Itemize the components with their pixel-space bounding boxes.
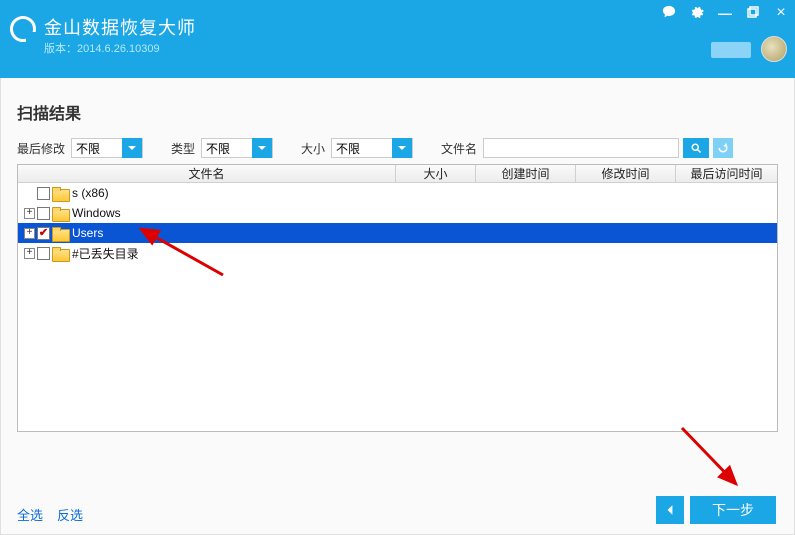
filter-lastmod-select[interactable] [71, 138, 143, 158]
footer-links: 全选 反选 [17, 505, 83, 524]
settings-icon[interactable] [689, 5, 705, 22]
restore-button[interactable] [745, 5, 761, 21]
section-title: 扫描结果 [17, 100, 778, 124]
system-buttons: — × [661, 4, 789, 22]
file-name: s (x86) [72, 186, 109, 200]
tree-row[interactable]: + Users [18, 223, 777, 243]
folder-icon [52, 207, 68, 220]
row-checkbox[interactable] [37, 207, 50, 220]
user-avatar[interactable] [761, 36, 787, 62]
chevron-down-icon[interactable] [122, 138, 142, 158]
filter-size-select[interactable] [331, 138, 413, 158]
expand-toggle[interactable] [24, 188, 35, 199]
annotation-arrow-icon [674, 424, 754, 494]
filter-type-select[interactable] [201, 138, 273, 158]
select-all-link[interactable]: 全选 [17, 505, 43, 524]
filter-lastmod-label: 最后修改 [17, 140, 65, 157]
grid-header: 文件名 大小 创建时间 修改时间 最后访问时间 [18, 165, 777, 183]
feedback-icon[interactable] [661, 5, 677, 22]
row-checkbox[interactable] [37, 187, 50, 200]
invert-selection-link[interactable]: 反选 [57, 505, 83, 524]
refresh-button[interactable] [713, 138, 733, 158]
tree-row[interactable]: + #已丢失目录 [18, 243, 777, 263]
back-button[interactable] [656, 496, 684, 524]
chevron-down-icon[interactable] [392, 138, 412, 158]
expand-toggle[interactable]: + [24, 248, 35, 259]
filter-name-input[interactable] [483, 138, 679, 158]
folder-icon [52, 187, 68, 200]
app-version: 版本：2014.6.26.10309 [44, 40, 160, 56]
filter-type-label: 类型 [171, 140, 195, 157]
titlebar: 金山数据恢复大师 版本：2014.6.26.10309 — × [0, 0, 795, 78]
filter-type-value[interactable] [202, 139, 252, 157]
col-size[interactable]: 大小 [396, 165, 476, 182]
main-content: 扫描结果 最后修改 类型 大小 文件名 文件名 大小 [0, 78, 795, 535]
folder-icon [52, 247, 68, 260]
filter-lastmod-value[interactable] [72, 139, 122, 157]
annotation-arrow-icon [133, 225, 233, 285]
filter-size-value[interactable] [332, 139, 392, 157]
minimize-button[interactable]: — [717, 5, 733, 21]
tree-row[interactable]: + Windows [18, 203, 777, 223]
search-button[interactable] [683, 138, 709, 158]
col-atime[interactable]: 最后访问时间 [676, 165, 777, 182]
expand-toggle[interactable]: + [24, 228, 35, 239]
nav-buttons: 下一步 [656, 496, 776, 524]
tree-row[interactable]: s (x86) [18, 183, 777, 203]
next-button[interactable]: 下一步 [690, 496, 776, 524]
filter-size-label: 大小 [301, 140, 325, 157]
file-name: #已丢失目录 [72, 245, 139, 262]
row-checkbox[interactable] [37, 227, 50, 240]
results-grid: 文件名 大小 创建时间 修改时间 最后访问时间 s (x86)+Windows+… [17, 164, 778, 432]
col-mtime[interactable]: 修改时间 [576, 165, 676, 182]
close-button[interactable]: × [773, 4, 789, 22]
filter-name-label: 文件名 [441, 140, 477, 157]
col-ctime[interactable]: 创建时间 [476, 165, 576, 182]
chevron-left-icon [664, 504, 676, 516]
filter-bar: 最后修改 类型 大小 文件名 [17, 138, 778, 158]
chevron-down-icon[interactable] [252, 138, 272, 158]
file-name: Users [72, 226, 103, 240]
file-name: Windows [72, 206, 121, 220]
app-logo-icon [10, 16, 36, 42]
search-icon [690, 142, 702, 154]
refresh-icon [717, 142, 729, 154]
app-title: 金山数据恢复大师 [44, 14, 196, 40]
vip-badge[interactable] [711, 42, 751, 58]
folder-icon [52, 227, 68, 240]
expand-toggle[interactable]: + [24, 208, 35, 219]
file-tree: s (x86) + Windows + Users + #已丢失目录 [18, 183, 777, 263]
col-filename[interactable]: 文件名 [18, 165, 396, 182]
row-checkbox[interactable] [37, 247, 50, 260]
